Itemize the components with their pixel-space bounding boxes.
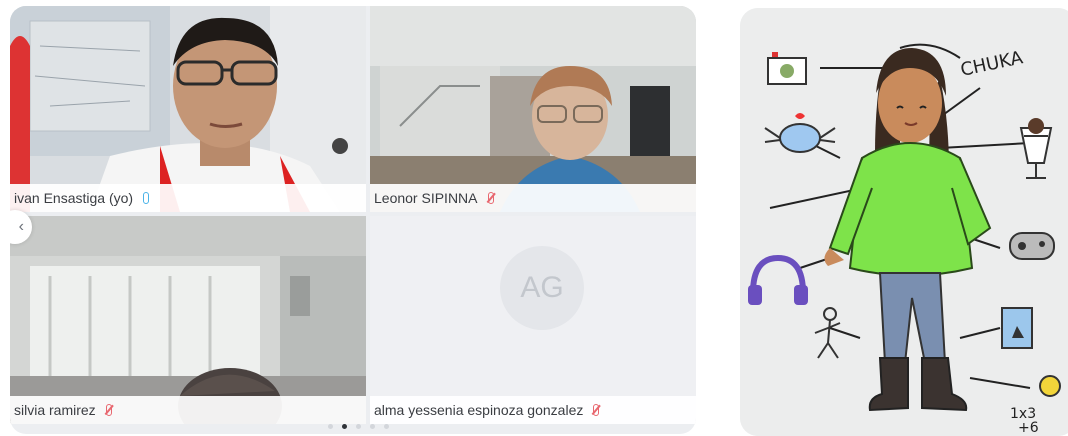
microphone-on-icon (143, 192, 150, 204)
participant-name: Leonor SIPINNA (374, 190, 478, 206)
participant-tile-silvia[interactable]: silvia ramirez (10, 216, 366, 424)
girl-character-drawing: CHUKA 1x3 +6 (740, 8, 1068, 436)
page-dot-active[interactable] (342, 424, 347, 429)
microphone-muted-icon (105, 404, 112, 416)
participant-name-bar: Leonor SIPINNA (370, 184, 696, 212)
participant-tile-alma[interactable]: AG alma yessenia espinoza gonzalez (370, 216, 696, 424)
participant-tile-leonor[interactable]: Leonor SIPINNA (370, 6, 696, 212)
page-dot[interactable] (328, 424, 333, 429)
participant-video (10, 216, 366, 424)
page-indicator (328, 424, 389, 429)
microphone-muted-icon (487, 192, 494, 204)
page-dot[interactable] (356, 424, 361, 429)
microphone-muted-icon (593, 404, 600, 416)
participant-name: ivan Ensastiga (yo) (14, 190, 134, 206)
participant-name: alma yessenia espinoza gonzalez (374, 402, 584, 418)
video-call-grid: ivan Ensastiga (yo) Leonor SIPINNA silvi… (10, 6, 696, 434)
participant-name: silvia ramirez (14, 402, 96, 418)
page-dot[interactable] (384, 424, 389, 429)
participant-avatar: AG (500, 246, 584, 330)
participant-tile-ivan[interactable]: ivan Ensastiga (yo) (10, 6, 366, 212)
participant-name-bar: alma yessenia espinoza gonzalez (370, 396, 696, 424)
participant-name-bar: ivan Ensastiga (yo) (10, 184, 366, 212)
math-text-line-2: +6 (1018, 420, 1039, 436)
character-illustration: CHUKA 1x3 +6 (740, 8, 1068, 436)
participant-name-bar: silvia ramirez (10, 396, 366, 424)
page-dot[interactable] (370, 424, 375, 429)
participant-video (370, 6, 696, 212)
participant-video (10, 6, 366, 212)
